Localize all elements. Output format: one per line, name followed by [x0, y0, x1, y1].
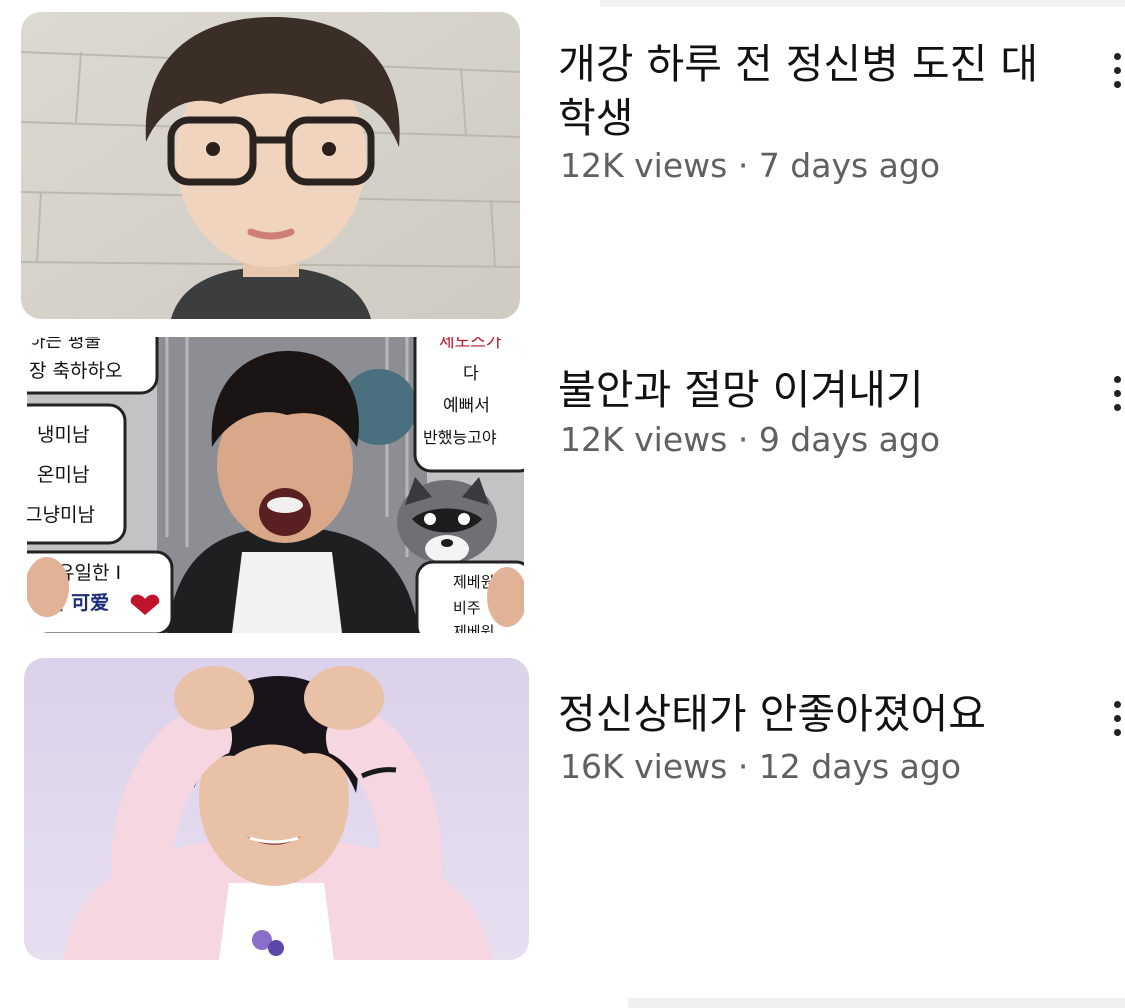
video-thumbnail[interactable] [21, 12, 520, 319]
view-count: 12K views [560, 420, 728, 459]
banner-text: 냉미남 [37, 424, 89, 446]
video-item: 하는 평물 장 축하하오 냉미남 온미남 그냥미남 유일한 I 이 可爱 제노스… [0, 325, 1125, 645]
video-thumbnail[interactable] [24, 658, 529, 960]
video-title[interactable]: 개강 하루 전 정신병 도진 대학생 [558, 37, 1068, 145]
video-item: 개강 하루 전 정신병 도진 대학생 12K views · 7 days ag… [0, 0, 1125, 325]
video-title[interactable]: 불안과 절망 이겨내기 [558, 363, 1068, 417]
bottom-divider [628, 998, 1125, 1008]
banner-text: 그냥미남 [27, 504, 95, 526]
video-title[interactable]: 정신상태가 안좋아졌어요 [558, 687, 1068, 741]
meta-separator: · [737, 747, 749, 786]
banner-text: 비주 [453, 599, 481, 617]
more-vert-icon[interactable] [1108, 374, 1125, 414]
banner-text: 예뻐서 [443, 396, 490, 416]
video-metadata: 12K views · 9 days ago [560, 420, 940, 460]
thumbnail-image: 하는 평물 장 축하하오 냉미남 온미남 그냥미남 유일한 I 이 可爱 제노스… [27, 337, 524, 633]
video-metadata: 16K views · 12 days ago [560, 747, 961, 787]
video-thumbnail[interactable]: 하는 평물 장 축하하오 냉미남 온미남 그냥미남 유일한 I 이 可爱 제노스… [27, 337, 524, 633]
more-vert-icon[interactable] [1108, 51, 1125, 91]
banner-text: 장 축하하오 [29, 360, 122, 382]
view-count: 12K views [560, 146, 728, 185]
banner-text: 반했능고야 [423, 428, 497, 447]
upload-age: 12 days ago [758, 747, 962, 786]
thumbnail-image [21, 12, 520, 319]
video-list-screen: 개강 하루 전 정신병 도진 대학생 12K views · 7 days ag… [0, 0, 1125, 1008]
video-metadata: 12K views · 7 days ago [560, 146, 940, 186]
view-count: 16K views [560, 747, 728, 786]
banner-text: 제베원 [453, 623, 494, 633]
upload-age: 7 days ago [758, 146, 941, 185]
upload-age: 9 days ago [758, 420, 941, 459]
meta-separator: · [737, 420, 749, 459]
banner-text: 온미남 [37, 464, 89, 486]
banner-text: 다 [463, 364, 479, 384]
banner-text: 제노스가 [439, 337, 502, 352]
video-item: 정신상태가 안좋아졌어요 16K views · 12 days ago [0, 645, 1125, 1000]
banner-text: 하는 평물 [29, 337, 101, 352]
more-vert-icon[interactable] [1108, 699, 1125, 739]
meta-separator: · [737, 146, 749, 185]
thumbnail-image [24, 658, 529, 960]
